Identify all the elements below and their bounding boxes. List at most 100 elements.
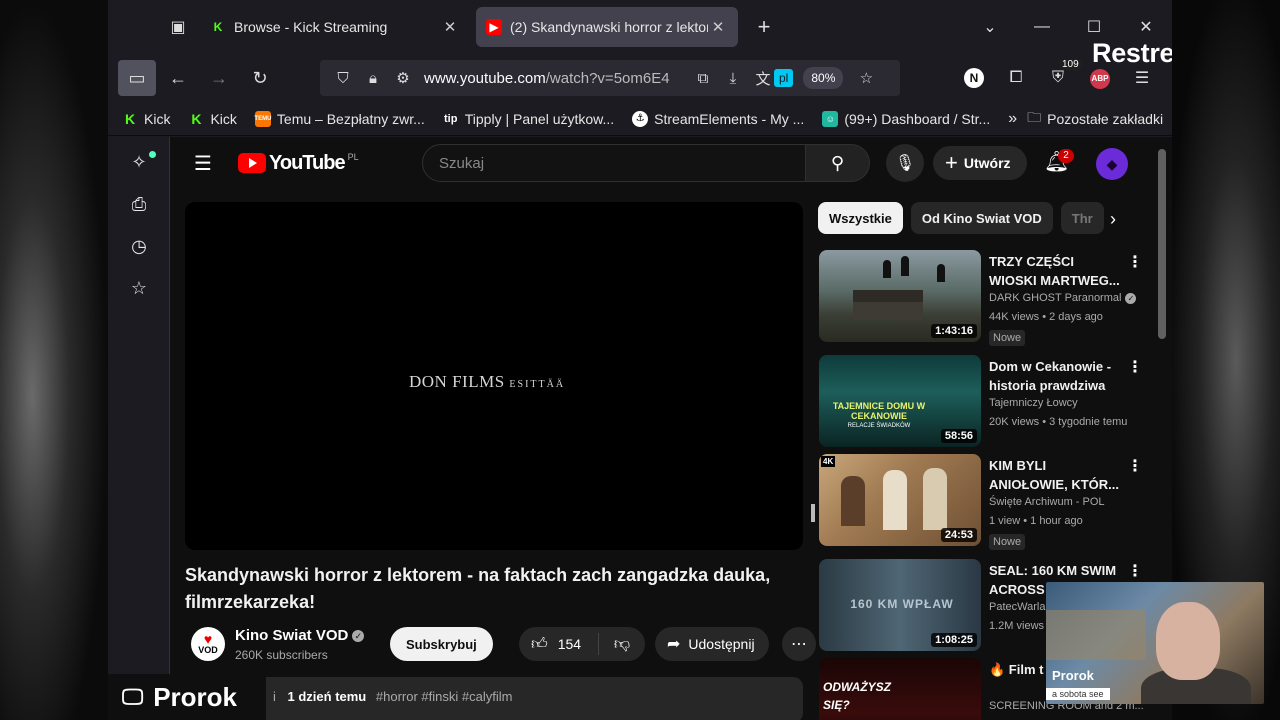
- plus-icon: +: [945, 150, 958, 175]
- like-dislike-group: 👍︎ 154 👎︎: [519, 627, 645, 661]
- url-text[interactable]: www.youtube.com/watch?v=5om6E4: [424, 70, 688, 87]
- close-tab-icon[interactable]: ✕: [708, 18, 728, 36]
- channel-name[interactable]: DARK GHOST Paranormal ✓: [989, 292, 1137, 304]
- thumbs-down-icon: 👎︎: [613, 635, 631, 653]
- translate-language-badge[interactable]: pl: [774, 69, 794, 87]
- reload-button[interactable]: ↻: [241, 60, 279, 96]
- video-meta: 44K views • 2 days ago: [989, 311, 1103, 323]
- thumbnail-text: ODWAŻYSZ SIĘ?: [823, 680, 891, 712]
- kick-icon: K: [122, 110, 138, 127]
- bookmark-streamelements[interactable]: ⚓︎ StreamElements - My ...: [632, 110, 804, 127]
- chip-thr[interactable]: Thr: [1060, 202, 1104, 234]
- share-button[interactable]: ➦ Udostępnij: [655, 627, 769, 661]
- recommendation-item[interactable]: 1:43:16 TRZY CZĘŚCI WIOSKI MARTWEG... DA…: [819, 250, 1149, 346]
- bookmark-tipply[interactable]: tip Tipply | Panel użytkow...: [442, 110, 614, 127]
- more-vert-icon[interactable]: ⋮: [1127, 252, 1143, 272]
- more-actions-button[interactable]: ⋯: [782, 627, 816, 661]
- subscriber-count: 260K subscribers: [235, 648, 328, 662]
- like-button[interactable]: 👍︎ 154: [519, 633, 599, 655]
- thumbnail-text: 160 KM WPŁAW: [850, 597, 954, 611]
- more-vert-icon[interactable]: ⋮: [1127, 561, 1143, 581]
- maximize-button[interactable]: ☐: [1068, 17, 1120, 37]
- verified-icon: ✓: [1125, 293, 1137, 304]
- voice-search-button[interactable]: 🎙︎: [886, 144, 924, 182]
- video-player[interactable]: DON FILMS ESITTÄÄ: [185, 202, 815, 550]
- tab-youtube[interactable]: ▶ (2) Skandynawski horror z lektore ✕: [476, 7, 738, 47]
- tracking-protection-icon[interactable]: ⛉: [328, 70, 358, 87]
- recommendation-item[interactable]: 4K 24:53 KIM BYLI ANIOŁOWIE, KTÓR... Świ…: [819, 454, 1149, 550]
- create-button[interactable]: + Utwórz: [933, 146, 1027, 180]
- page-scrollbar[interactable]: [1158, 149, 1166, 339]
- close-window-button[interactable]: ✕: [1120, 17, 1172, 37]
- channel-name[interactable]: Tajemniczy Łowcy: [989, 397, 1078, 409]
- download-icon[interactable]: ⤓: [718, 70, 748, 87]
- back-button[interactable]: ←: [159, 60, 197, 96]
- channel-name[interactable]: Kino Swiat VOD ✓: [235, 627, 365, 644]
- streamer-label: 🖵 Prorok: [108, 674, 266, 720]
- recommendation-item[interactable]: TAJEMNICE DOMU W CEKANOWIE RELACJE ŚWIAD…: [819, 355, 1149, 447]
- history-icon[interactable]: ◷: [108, 225, 170, 267]
- youtube-logo[interactable]: YouTube PL: [238, 152, 359, 175]
- more-vert-icon[interactable]: ⋮: [1127, 456, 1143, 476]
- thumbs-up-icon: 👍︎: [531, 635, 548, 653]
- lock-icon[interactable]: 🔒︎: [358, 70, 388, 87]
- notification-count-badge: 2: [1058, 149, 1074, 163]
- video-thumbnail[interactable]: 4K 24:53: [819, 454, 981, 546]
- sidebar-toggle-button[interactable]: ▭: [118, 60, 156, 96]
- tab-overview-icon[interactable]: ▣: [156, 9, 200, 45]
- subscribe-button[interactable]: Subskrybuj: [390, 627, 493, 661]
- account-avatar[interactable]: ◆: [1096, 148, 1128, 180]
- temu-icon: TEMU: [254, 110, 271, 127]
- chip-from-channel[interactable]: Od Kino Swiat VOD: [910, 202, 1053, 234]
- more-bookmarks-chevron-icon[interactable]: »: [1008, 110, 1017, 128]
- picture-in-picture-icon[interactable]: ⧉: [688, 70, 718, 87]
- bookmarks-icon[interactable]: ☆: [108, 267, 170, 309]
- tab-list-chevron-icon[interactable]: ⌄: [964, 17, 1016, 37]
- video-thumbnail[interactable]: 1:43:16: [819, 250, 981, 342]
- video-thumbnail[interactable]: 160 KM WPŁAW 1:08:25: [819, 559, 981, 651]
- zoom-level-badge[interactable]: 80%: [803, 67, 844, 89]
- description-box[interactable]: i 1 dzień temu #horror #finski #calyfilm: [185, 677, 803, 720]
- bookmark-star-icon[interactable]: ☆: [851, 69, 881, 87]
- video-title[interactable]: Dom w Cekanowie - historia prawdziwa |..…: [989, 357, 1121, 395]
- video-title[interactable]: TRZY CZĘŚCI WIOSKI MARTWEG...: [989, 252, 1121, 290]
- guide-menu-icon[interactable]: ☰: [194, 151, 218, 176]
- address-bar[interactable]: ⛉ 🔒︎ ⚙︎ www.youtube.com/watch?v=5om6E4 ⧉…: [320, 60, 900, 96]
- chevron-right-icon[interactable]: ›: [1110, 209, 1116, 230]
- permissions-icon[interactable]: ⚙︎: [388, 69, 418, 87]
- search-input[interactable]: Szukaj: [422, 144, 806, 182]
- bookmark-dashboard[interactable]: ☺ (99+) Dashboard / Str...: [822, 110, 990, 127]
- menu-icon[interactable]: ☰: [1121, 68, 1163, 88]
- ublock-icon[interactable]: ⛨ 109: [1037, 59, 1082, 87]
- profile-avatar[interactable]: N: [953, 68, 995, 88]
- more-vert-icon[interactable]: ⋮: [1127, 357, 1143, 377]
- dislike-button[interactable]: 👎︎: [599, 635, 645, 654]
- channel-name[interactable]: PatecWarla: [989, 601, 1045, 613]
- search-button[interactable]: ⚲: [806, 144, 870, 182]
- video-thumbnail[interactable]: ODWAŻYSZ SIĘ?: [819, 658, 981, 720]
- thumbnail-subtext: RELACJE ŚWIADKÓW: [847, 423, 911, 429]
- synced-tabs-icon[interactable]: ⎙: [108, 183, 170, 225]
- new-tab-button[interactable]: +: [744, 14, 784, 40]
- browser-window: ▣ K Browse - Kick Streaming ✕ ▶ (2) Skan…: [108, 0, 1172, 720]
- close-tab-icon[interactable]: ✕: [440, 18, 460, 36]
- chip-all[interactable]: Wszystkie: [818, 202, 903, 234]
- hashtags[interactable]: #horror #finski #calyfilm: [376, 689, 513, 704]
- tab-kick[interactable]: K Browse - Kick Streaming ✕: [200, 7, 470, 47]
- adblock-plus-icon[interactable]: ABP: [1079, 68, 1121, 89]
- other-bookmarks-folder[interactable]: 🗀 Pozostałe zakładki: [1027, 107, 1163, 131]
- bookmark-temu[interactable]: TEMU Temu – Bezpłatny zwr...: [254, 110, 425, 127]
- bookmark-kick[interactable]: K Kick: [188, 110, 237, 127]
- new-badge: Nowe: [989, 534, 1026, 550]
- video-title[interactable]: KIM BYLI ANIOŁOWIE, KTÓR...: [989, 456, 1121, 494]
- ai-chatbot-icon[interactable]: ✧: [108, 141, 170, 183]
- minimize-button[interactable]: —: [1016, 18, 1068, 36]
- extensions-puzzle-icon[interactable]: ⧠: [995, 69, 1037, 87]
- forward-button[interactable]: →: [200, 60, 238, 96]
- dashboard-icon: ☺: [822, 110, 839, 127]
- video-thumbnail[interactable]: TAJEMNICE DOMU W CEKANOWIE RELACJE ŚWIAD…: [819, 355, 981, 447]
- channel-avatar[interactable]: ♥ VOD: [191, 627, 225, 661]
- youtube-header: ☰ YouTube PL Szukaj ⚲ 🎙︎ + Utwórz 🔔︎ 2 ◆: [170, 137, 1172, 189]
- channel-name[interactable]: Święte Archiwum - POL: [989, 496, 1105, 508]
- bookmark-kick[interactable]: K Kick: [122, 110, 170, 127]
